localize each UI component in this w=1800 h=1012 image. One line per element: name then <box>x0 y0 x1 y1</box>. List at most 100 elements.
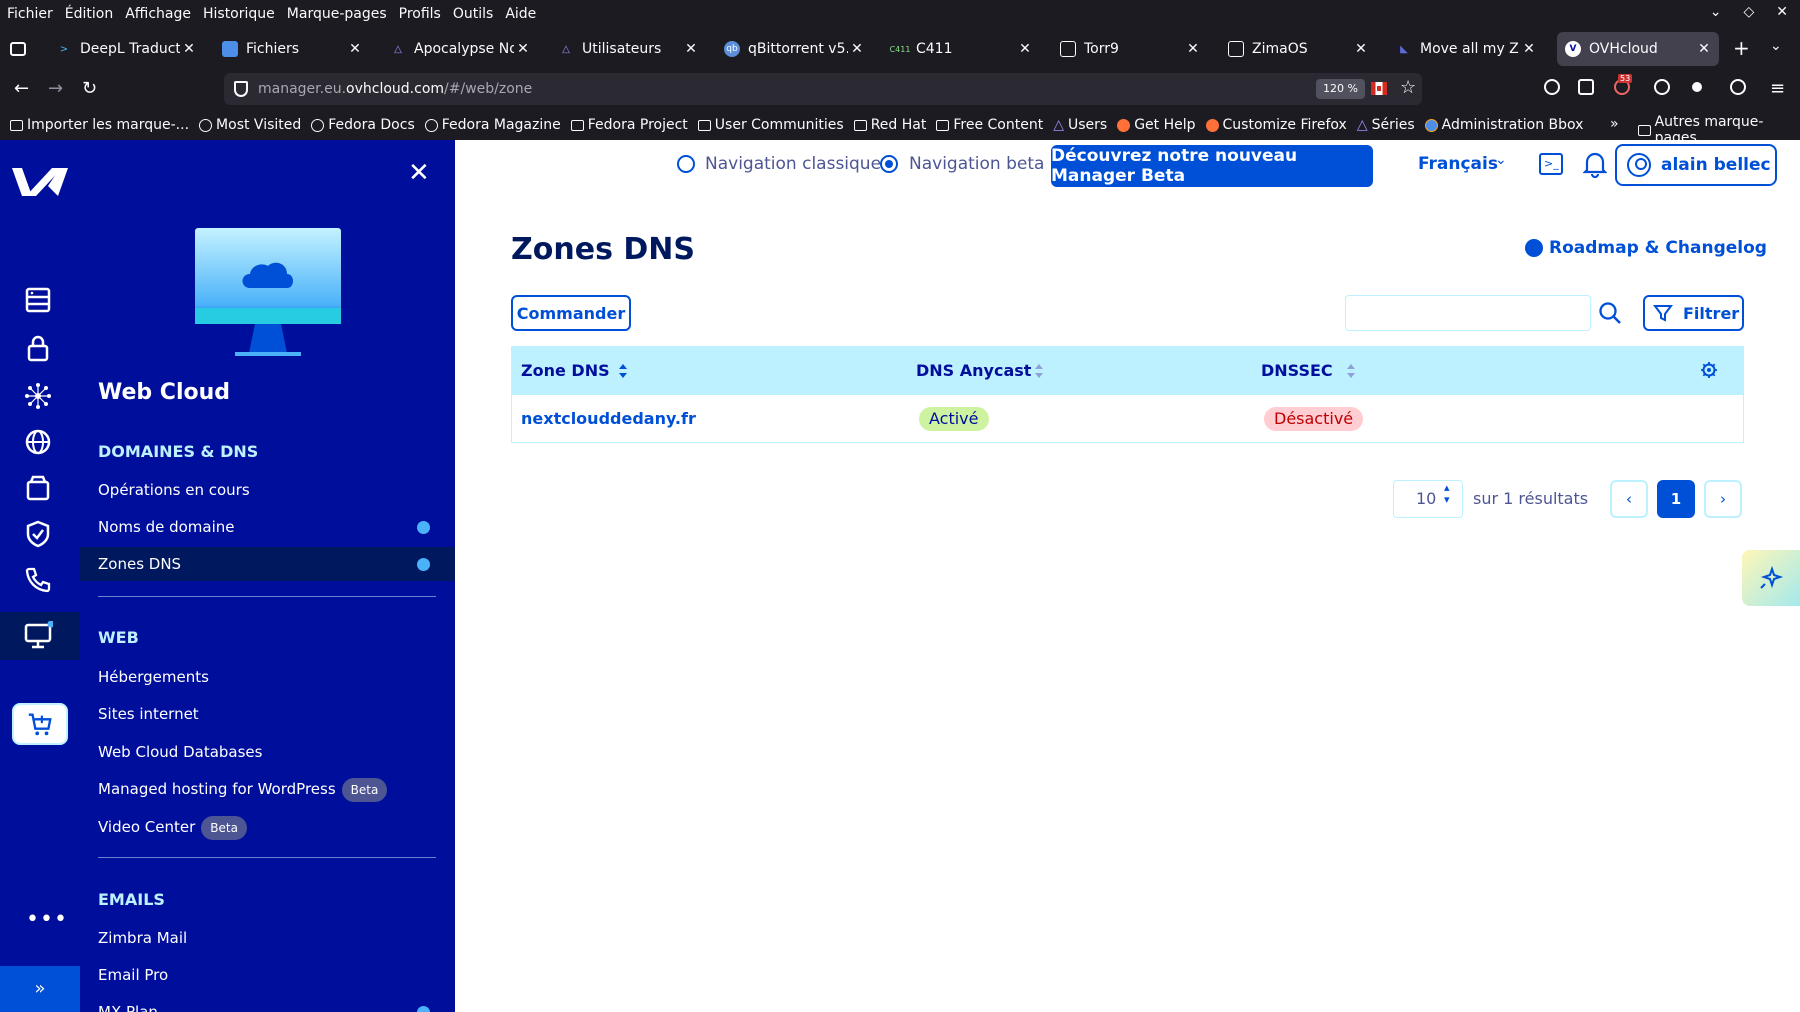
close-tab-icon[interactable]: ✕ <box>180 41 198 57</box>
column-zone-dns[interactable]: Zone DNS <box>521 361 610 380</box>
tab-fichiers[interactable]: Fichiers ✕ <box>214 32 370 66</box>
close-tab-icon[interactable]: ✕ <box>1184 41 1202 57</box>
radio-label-beta[interactable]: Navigation beta <box>909 154 1044 174</box>
tab-ovhcloud[interactable]: V OVHcloud ✕ <box>1557 32 1719 66</box>
close-tab-icon[interactable]: ✕ <box>346 41 364 57</box>
bookmarks-overflow-icon[interactable]: » <box>1610 116 1619 132</box>
commander-button[interactable]: Commander <box>511 295 631 331</box>
close-tab-icon[interactable]: ✕ <box>514 41 532 57</box>
search-box[interactable] <box>1345 295 1591 331</box>
terminal-icon[interactable]: >_ <box>1539 153 1563 175</box>
addon-icon[interactable] <box>1654 79 1670 95</box>
tab-move-zima[interactable]: ◣ Move all my Zima ✕ <box>1388 32 1544 66</box>
menu-marque-pages[interactable]: Marque-pages <box>287 6 387 22</box>
tab-utilisateurs[interactable]: △ Utilisateurs ✕ <box>550 32 706 66</box>
shield-icon[interactable] <box>234 81 248 97</box>
reload-icon[interactable]: ↻ <box>82 78 97 99</box>
bookmark-customize-firefox[interactable]: Customize Firefox <box>1205 117 1347 133</box>
canada-flag-icon[interactable] <box>1371 82 1387 95</box>
ovhcloud-logo[interactable] <box>10 162 70 202</box>
bookmark-get-help[interactable]: Get Help <box>1117 117 1196 133</box>
menu-outils[interactable]: Outils <box>453 6 493 22</box>
bookmark-fedora-magazine[interactable]: Fedora Magazine <box>424 117 561 133</box>
chevron-down-icon[interactable]: ⌄ <box>1770 38 1782 54</box>
hamburger-menu-icon[interactable]: ≡ <box>1770 78 1785 99</box>
tab-apocalypse-now[interactable]: △ Apocalypse Now ✕ <box>382 32 538 66</box>
tab-list-icon[interactable] <box>10 42 26 56</box>
bookmark-users[interactable]: △ Users <box>1053 117 1107 133</box>
sort-icon[interactable] <box>1346 363 1356 379</box>
zoom-level[interactable]: 120 % <box>1316 79 1365 99</box>
gear-icon[interactable] <box>1700 361 1718 379</box>
profile-icon[interactable] <box>1730 79 1746 95</box>
close-tab-icon[interactable]: ✕ <box>1520 41 1538 57</box>
forward-arrow-icon[interactable]: → <box>48 78 63 99</box>
menu-item-noms-de-domaine[interactable]: Noms de domaine <box>80 510 455 544</box>
next-page-button[interactable]: › <box>1704 480 1742 518</box>
chevron-down-icon[interactable]: ⌄ <box>1495 152 1507 168</box>
menu-item-zimbra-mail[interactable]: Zimbra Mail <box>80 921 455 955</box>
current-page-button[interactable]: 1 <box>1657 480 1695 518</box>
menu-item-operations[interactable]: Opérations en cours <box>80 473 455 507</box>
close-icon[interactable]: ✕ <box>408 158 430 188</box>
shield-check-icon[interactable] <box>20 516 56 552</box>
url-text[interactable]: manager.eu.ovhcloud.com/#/web/zone <box>258 81 532 97</box>
tab-qbittorrent[interactable]: qb qBittorrent v5.2.0 ✕ <box>716 32 872 66</box>
menu-fichier[interactable]: Fichier <box>7 6 53 22</box>
menu-item-sites-internet[interactable]: Sites internet <box>80 697 455 731</box>
bookmark-import[interactable]: Importer les marque-... <box>10 117 189 133</box>
expand-rail-icon[interactable]: » <box>0 966 80 1012</box>
search-icon[interactable] <box>1597 300 1623 326</box>
bookmark-series[interactable]: △ Séries <box>1357 117 1415 133</box>
close-tab-icon[interactable]: ✕ <box>1016 41 1034 57</box>
sort-icon[interactable] <box>618 363 628 379</box>
tab-c411[interactable]: C411 C411 ✕ <box>884 32 1040 66</box>
new-tab-icon[interactable]: + <box>1733 36 1750 60</box>
menu-aide[interactable]: Aide <box>505 6 536 22</box>
search-input[interactable] <box>1354 302 1544 324</box>
close-tab-icon[interactable]: ✕ <box>682 41 700 57</box>
page-size-select[interactable]: 10 ▴ ▾ <box>1393 480 1463 518</box>
menu-item-managed-wordpress[interactable]: Managed hosting for WordPress Beta <box>80 772 455 806</box>
radio-navigation-classique[interactable] <box>677 155 695 173</box>
account-icon[interactable] <box>1544 79 1560 95</box>
extensions-icon[interactable] <box>1578 79 1594 95</box>
tab-zimaos[interactable]: ZimaOS ✕ <box>1220 32 1376 66</box>
shopping-cart-icon[interactable] <box>12 703 68 745</box>
menu-item-mx-plan[interactable]: MX Plan <box>80 995 455 1012</box>
menu-affichage[interactable]: Affichage <box>125 6 191 22</box>
close-tab-icon[interactable]: ✕ <box>848 41 866 57</box>
bookmark-fedora-project[interactable]: Fedora Project <box>570 117 688 133</box>
user-account-button[interactable]: alain bellec <box>1615 144 1777 186</box>
language-selector[interactable]: Français <box>1418 154 1498 174</box>
filter-button[interactable]: Filtrer <box>1643 295 1744 331</box>
close-tab-icon[interactable]: ✕ <box>1695 41 1713 57</box>
server-icon[interactable] <box>20 282 56 318</box>
bookmark-most-visited[interactable]: Most Visited <box>199 117 301 133</box>
menu-edition[interactable]: Édition <box>65 6 113 22</box>
bookmark-administration-bbox[interactable]: Administration Bbox <box>1424 117 1583 133</box>
tab-deepl[interactable]: > DeepL Traduction ✕ <box>48 32 204 66</box>
beta-manager-button[interactable]: Découvrez notre nouveau Manager Beta <box>1051 145 1373 187</box>
radio-navigation-beta[interactable] <box>880 155 898 173</box>
zone-link[interactable]: nextclouddedany.fr <box>521 409 696 428</box>
back-arrow-icon[interactable]: ← <box>14 78 29 99</box>
maximize-icon[interactable]: ◇ <box>1743 4 1754 20</box>
phone-icon[interactable] <box>20 562 56 598</box>
bookmark-free-content[interactable]: Free Content <box>936 117 1043 133</box>
monitor-icon[interactable] <box>20 618 56 654</box>
minimize-icon[interactable]: ⌄ <box>1710 4 1722 20</box>
lock-icon[interactable] <box>20 330 56 366</box>
column-dnssec[interactable]: DNSSEC <box>1261 361 1333 380</box>
close-window-icon[interactable]: ✕ <box>1776 4 1788 20</box>
globe-icon[interactable] <box>20 424 56 460</box>
star-icon[interactable]: ☆ <box>1400 77 1416 98</box>
menu-item-video-center[interactable]: Video Center Beta <box>80 810 455 844</box>
close-tab-icon[interactable]: ✕ <box>1352 41 1370 57</box>
bookmark-user-communities[interactable]: User Communities <box>697 117 844 133</box>
column-dns-anycast[interactable]: DNS Anycast <box>916 361 1031 380</box>
box-icon[interactable] <box>20 470 56 506</box>
bookmark-fedora-docs[interactable]: Fedora Docs <box>311 117 415 133</box>
sort-icon[interactable] <box>1034 363 1044 379</box>
bookmark-red-hat[interactable]: Red Hat <box>853 117 926 133</box>
